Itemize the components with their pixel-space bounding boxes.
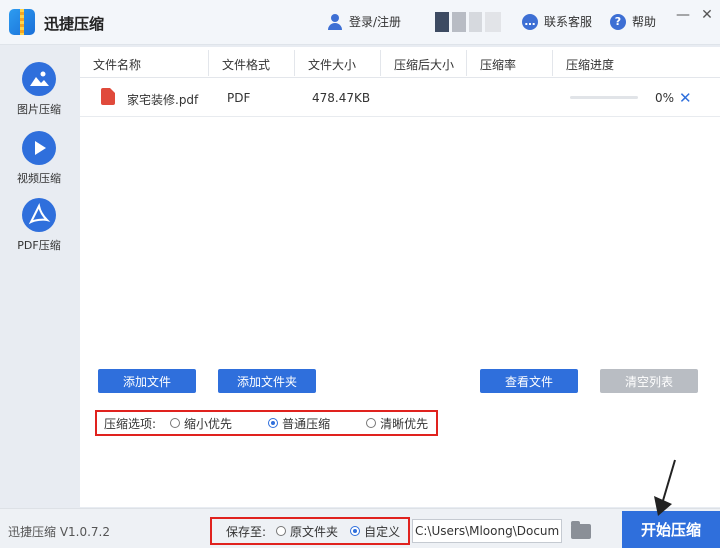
app-title: 迅捷压缩 xyxy=(44,15,105,33)
help-link[interactable]: ? 帮助 xyxy=(610,13,656,30)
pdf-icon xyxy=(22,198,56,232)
user-avatar-blurred xyxy=(435,12,502,32)
radio-clarity-first[interactable] xyxy=(366,418,377,428)
compress-options-box: 压缩选项: 缩小优先 普通压缩 清晰优先 xyxy=(95,410,438,436)
play-icon xyxy=(22,131,56,165)
radio-custom[interactable] xyxy=(350,526,361,536)
add-folder-button[interactable]: 添加文件夹 xyxy=(218,369,316,393)
sidebar-item-label: 图片压缩 xyxy=(17,103,61,116)
column-header: 压缩率 xyxy=(480,58,517,72)
column-header: 压缩进度 xyxy=(566,58,615,72)
progress-bar xyxy=(570,96,638,99)
close-button[interactable]: ✕ xyxy=(698,6,716,24)
sidebar-item-video-compress[interactable]: 视频压缩 xyxy=(0,131,78,186)
save-path-input[interactable] xyxy=(412,519,562,543)
option-normal[interactable]: 普通压缩 xyxy=(268,415,330,432)
radio-original-folder[interactable] xyxy=(276,526,287,536)
clear-list-button[interactable]: 清空列表 xyxy=(600,369,698,393)
radio-shrink-first[interactable] xyxy=(170,418,181,428)
customer-service-link[interactable]: … 联系客服 xyxy=(522,13,592,30)
login-label: 登录/注册 xyxy=(349,15,402,29)
column-header: 压缩后大小 xyxy=(394,58,455,72)
column-header: 文件大小 xyxy=(308,58,357,72)
title-bar: 迅捷压缩 登录/注册 … 联系客服 ? 帮助 — ✕ xyxy=(0,0,720,45)
add-file-button[interactable]: 添加文件 xyxy=(98,369,196,393)
bottom-bar: 迅捷压缩 V1.0.7.2 保存至: 原文件夹 自定义 xyxy=(0,508,720,548)
file-size: 478.47KB xyxy=(312,91,371,105)
option-clarity-first[interactable]: 清晰优先 xyxy=(366,415,428,432)
help-icon: ? xyxy=(610,13,626,30)
sidebar: 图片压缩 视频压缩 PDF压缩 xyxy=(0,46,78,516)
image-icon xyxy=(22,62,56,96)
option-custom[interactable]: 自定义 xyxy=(350,523,400,540)
file-list-panel: 文件名称 文件格式 文件大小 压缩后大小 压缩率 压缩进度 家宅装修.pdf P… xyxy=(80,47,720,507)
table-header: 文件名称 文件格式 文件大小 压缩后大小 压缩率 压缩进度 xyxy=(80,47,720,78)
view-file-button[interactable]: 查看文件 xyxy=(480,369,578,393)
service-label: 联系客服 xyxy=(544,15,593,29)
radio-normal[interactable] xyxy=(268,418,279,428)
remove-file-icon[interactable]: ✕ xyxy=(679,89,692,107)
chat-icon: … xyxy=(522,13,538,30)
version-text: 迅捷压缩 V1.0.7.2 xyxy=(8,525,111,539)
option-shrink-first[interactable]: 缩小优先 xyxy=(170,415,232,432)
progress-text: 0% xyxy=(655,91,675,105)
save-to-box: 保存至: 原文件夹 自定义 xyxy=(210,517,410,545)
minimize-button[interactable]: — xyxy=(674,6,692,24)
file-name: 家宅装修.pdf xyxy=(127,93,199,107)
pdf-file-icon xyxy=(101,88,115,105)
sidebar-item-label: 视频压缩 xyxy=(17,172,61,185)
sidebar-item-pdf-compress[interactable]: PDF压缩 xyxy=(0,198,78,253)
sidebar-item-image-compress[interactable]: 图片压缩 xyxy=(0,62,78,117)
folder-icon[interactable] xyxy=(571,521,591,539)
user-icon xyxy=(327,13,343,30)
sidebar-item-label: PDF压缩 xyxy=(17,239,61,252)
login-link[interactable]: 登录/注册 xyxy=(327,13,401,30)
file-format: PDF xyxy=(227,91,251,105)
compress-options-label: 压缩选项: xyxy=(104,416,157,431)
option-original-folder[interactable]: 原文件夹 xyxy=(276,523,338,540)
column-header: 文件格式 xyxy=(222,58,271,72)
save-to-label: 保存至: xyxy=(226,524,267,539)
start-compress-button[interactable]: 开始压缩 xyxy=(622,511,720,548)
app-logo-icon xyxy=(9,9,35,35)
column-header: 文件名称 xyxy=(93,58,142,72)
help-label: 帮助 xyxy=(632,15,657,29)
